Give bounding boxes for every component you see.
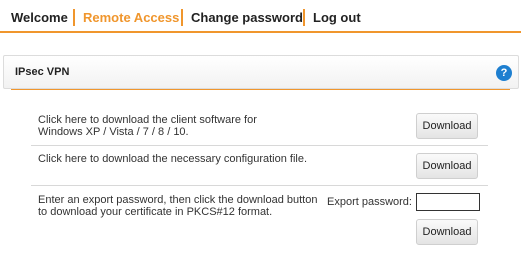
help-icon[interactable]: ? [496, 65, 512, 81]
nav-separator [181, 9, 183, 26]
row-divider [31, 185, 488, 186]
nav-welcome[interactable]: Welcome [11, 10, 68, 26]
download-config-button[interactable]: Download [416, 153, 478, 179]
client-download-description: Click here to download the client softwa… [38, 114, 257, 138]
config-download-description: Click here to download the necessary con… [38, 153, 308, 165]
top-navigation: Welcome Remote Access Change password Lo… [0, 0, 521, 33]
section-divider [11, 89, 510, 90]
nav-remote-access[interactable]: Remote Access [83, 10, 179, 26]
export-password-label: Export password: [327, 196, 412, 208]
nav-change-password[interactable]: Change password [191, 10, 303, 26]
certificate-download-description: Enter an export password, then click the… [38, 194, 318, 218]
nav-separator [303, 9, 305, 26]
ipsec-vpn-panel-header: IPsec VPN ? [3, 55, 519, 89]
download-client-button[interactable]: Download [416, 113, 478, 139]
nav-separator [73, 9, 75, 26]
row-divider [31, 145, 488, 146]
export-password-input[interactable] [416, 193, 480, 211]
download-certificate-button[interactable]: Download [416, 219, 478, 245]
panel-title: IPsec VPN [15, 66, 70, 78]
nav-log-out[interactable]: Log out [313, 10, 361, 26]
